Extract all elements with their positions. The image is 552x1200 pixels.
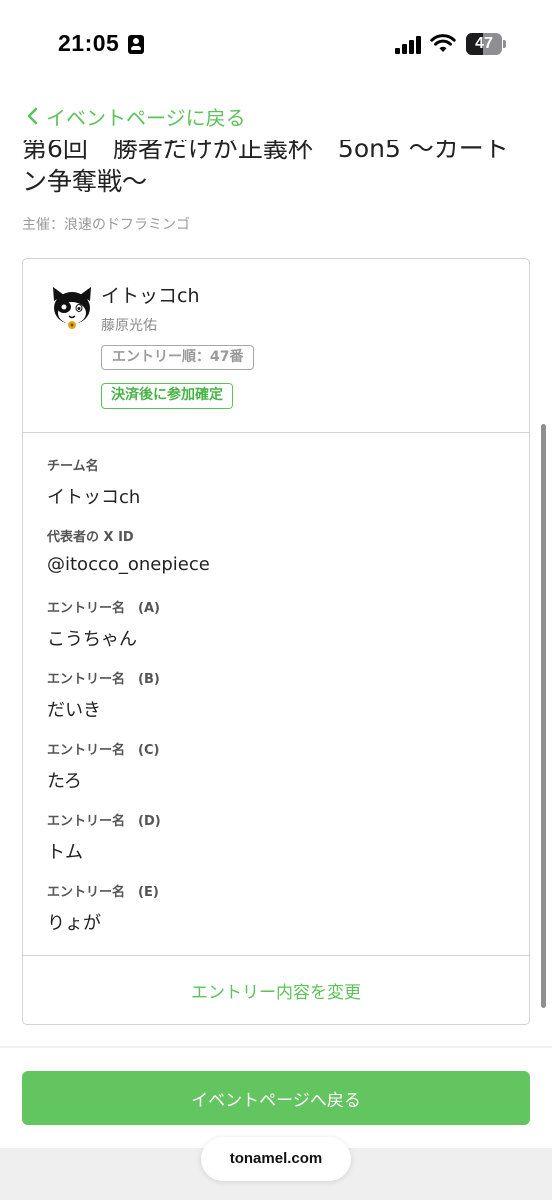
field-label-entry-c: エントリー名 (C) — [47, 743, 160, 758]
entry-order-badge: エントリー順：47番 — [101, 345, 255, 370]
url-bar[interactable]: tonamel.com — [201, 1137, 351, 1181]
battery-icon: 47 — [466, 33, 506, 55]
leader-name: 藤原光佑 — [101, 318, 157, 334]
event-title-wrapper: 第6回 勝者だけが正義杯 5on5 〜カートン争奪戦〜 — [22, 140, 532, 208]
field-value-x-id: @itocco_onepiece — [47, 554, 210, 575]
id-card-icon — [128, 35, 144, 54]
entry-card: イトッコch 藤原光佑 エントリー順：47番 決済後に参加確定 チーム名 イトッ… — [22, 258, 530, 1025]
field-label-team-name: チーム名 — [47, 459, 99, 474]
field-value-entry-e: りょが — [47, 913, 101, 934]
field-value-entry-a: こうちゃん — [47, 629, 137, 650]
battery-percent: 47 — [475, 35, 493, 52]
back-link-label: イベントページに戻る — [46, 105, 246, 130]
back-to-event-link[interactable]: イベントページに戻る — [22, 100, 246, 132]
scrollbar[interactable] — [541, 424, 546, 1008]
chevron-left-icon — [27, 107, 38, 125]
field-value-entry-c: たろ — [47, 771, 82, 792]
field-label-entry-d: エントリー名 (D) — [47, 814, 161, 829]
field-value-team-name: イトッコch — [47, 487, 141, 508]
entry-card-header: イトッコch 藤原光佑 エントリー順：47番 決済後に参加確定 — [23, 259, 529, 433]
field-label-entry-e: エントリー名 (E) — [47, 885, 159, 900]
cellular-signal-icon — [395, 34, 423, 54]
field-label-x-id: 代表者の X ID — [47, 530, 134, 545]
status-bar: 21:05 47 — [0, 0, 552, 92]
change-entry-link[interactable]: エントリー内容を変更 — [191, 978, 361, 1003]
wifi-icon — [430, 34, 456, 52]
return-to-event-button[interactable]: イベントページへ戻る — [22, 1071, 530, 1125]
divider — [0, 1046, 552, 1048]
field-value-entry-b: だいき — [47, 700, 101, 721]
status-time: 21:05 — [58, 30, 120, 56]
field-label-entry-b: エントリー名 (B) — [47, 672, 160, 687]
organizer-text: 主催：浪速のドフラミンゴ — [22, 217, 190, 233]
cat-avatar-icon — [53, 287, 91, 329]
field-label-entry-a: エントリー名 (A) — [47, 601, 160, 616]
field-value-entry-d: トム — [47, 842, 83, 863]
entry-card-footer: エントリー内容を変更 — [23, 955, 529, 1024]
event-title: 第6回 勝者だけが正義杯 5on5 〜カートン争奪戦〜 — [22, 140, 509, 196]
team-name-heading: イトッコch — [101, 285, 200, 307]
status-badge: 決済後に参加確定 — [101, 383, 233, 409]
